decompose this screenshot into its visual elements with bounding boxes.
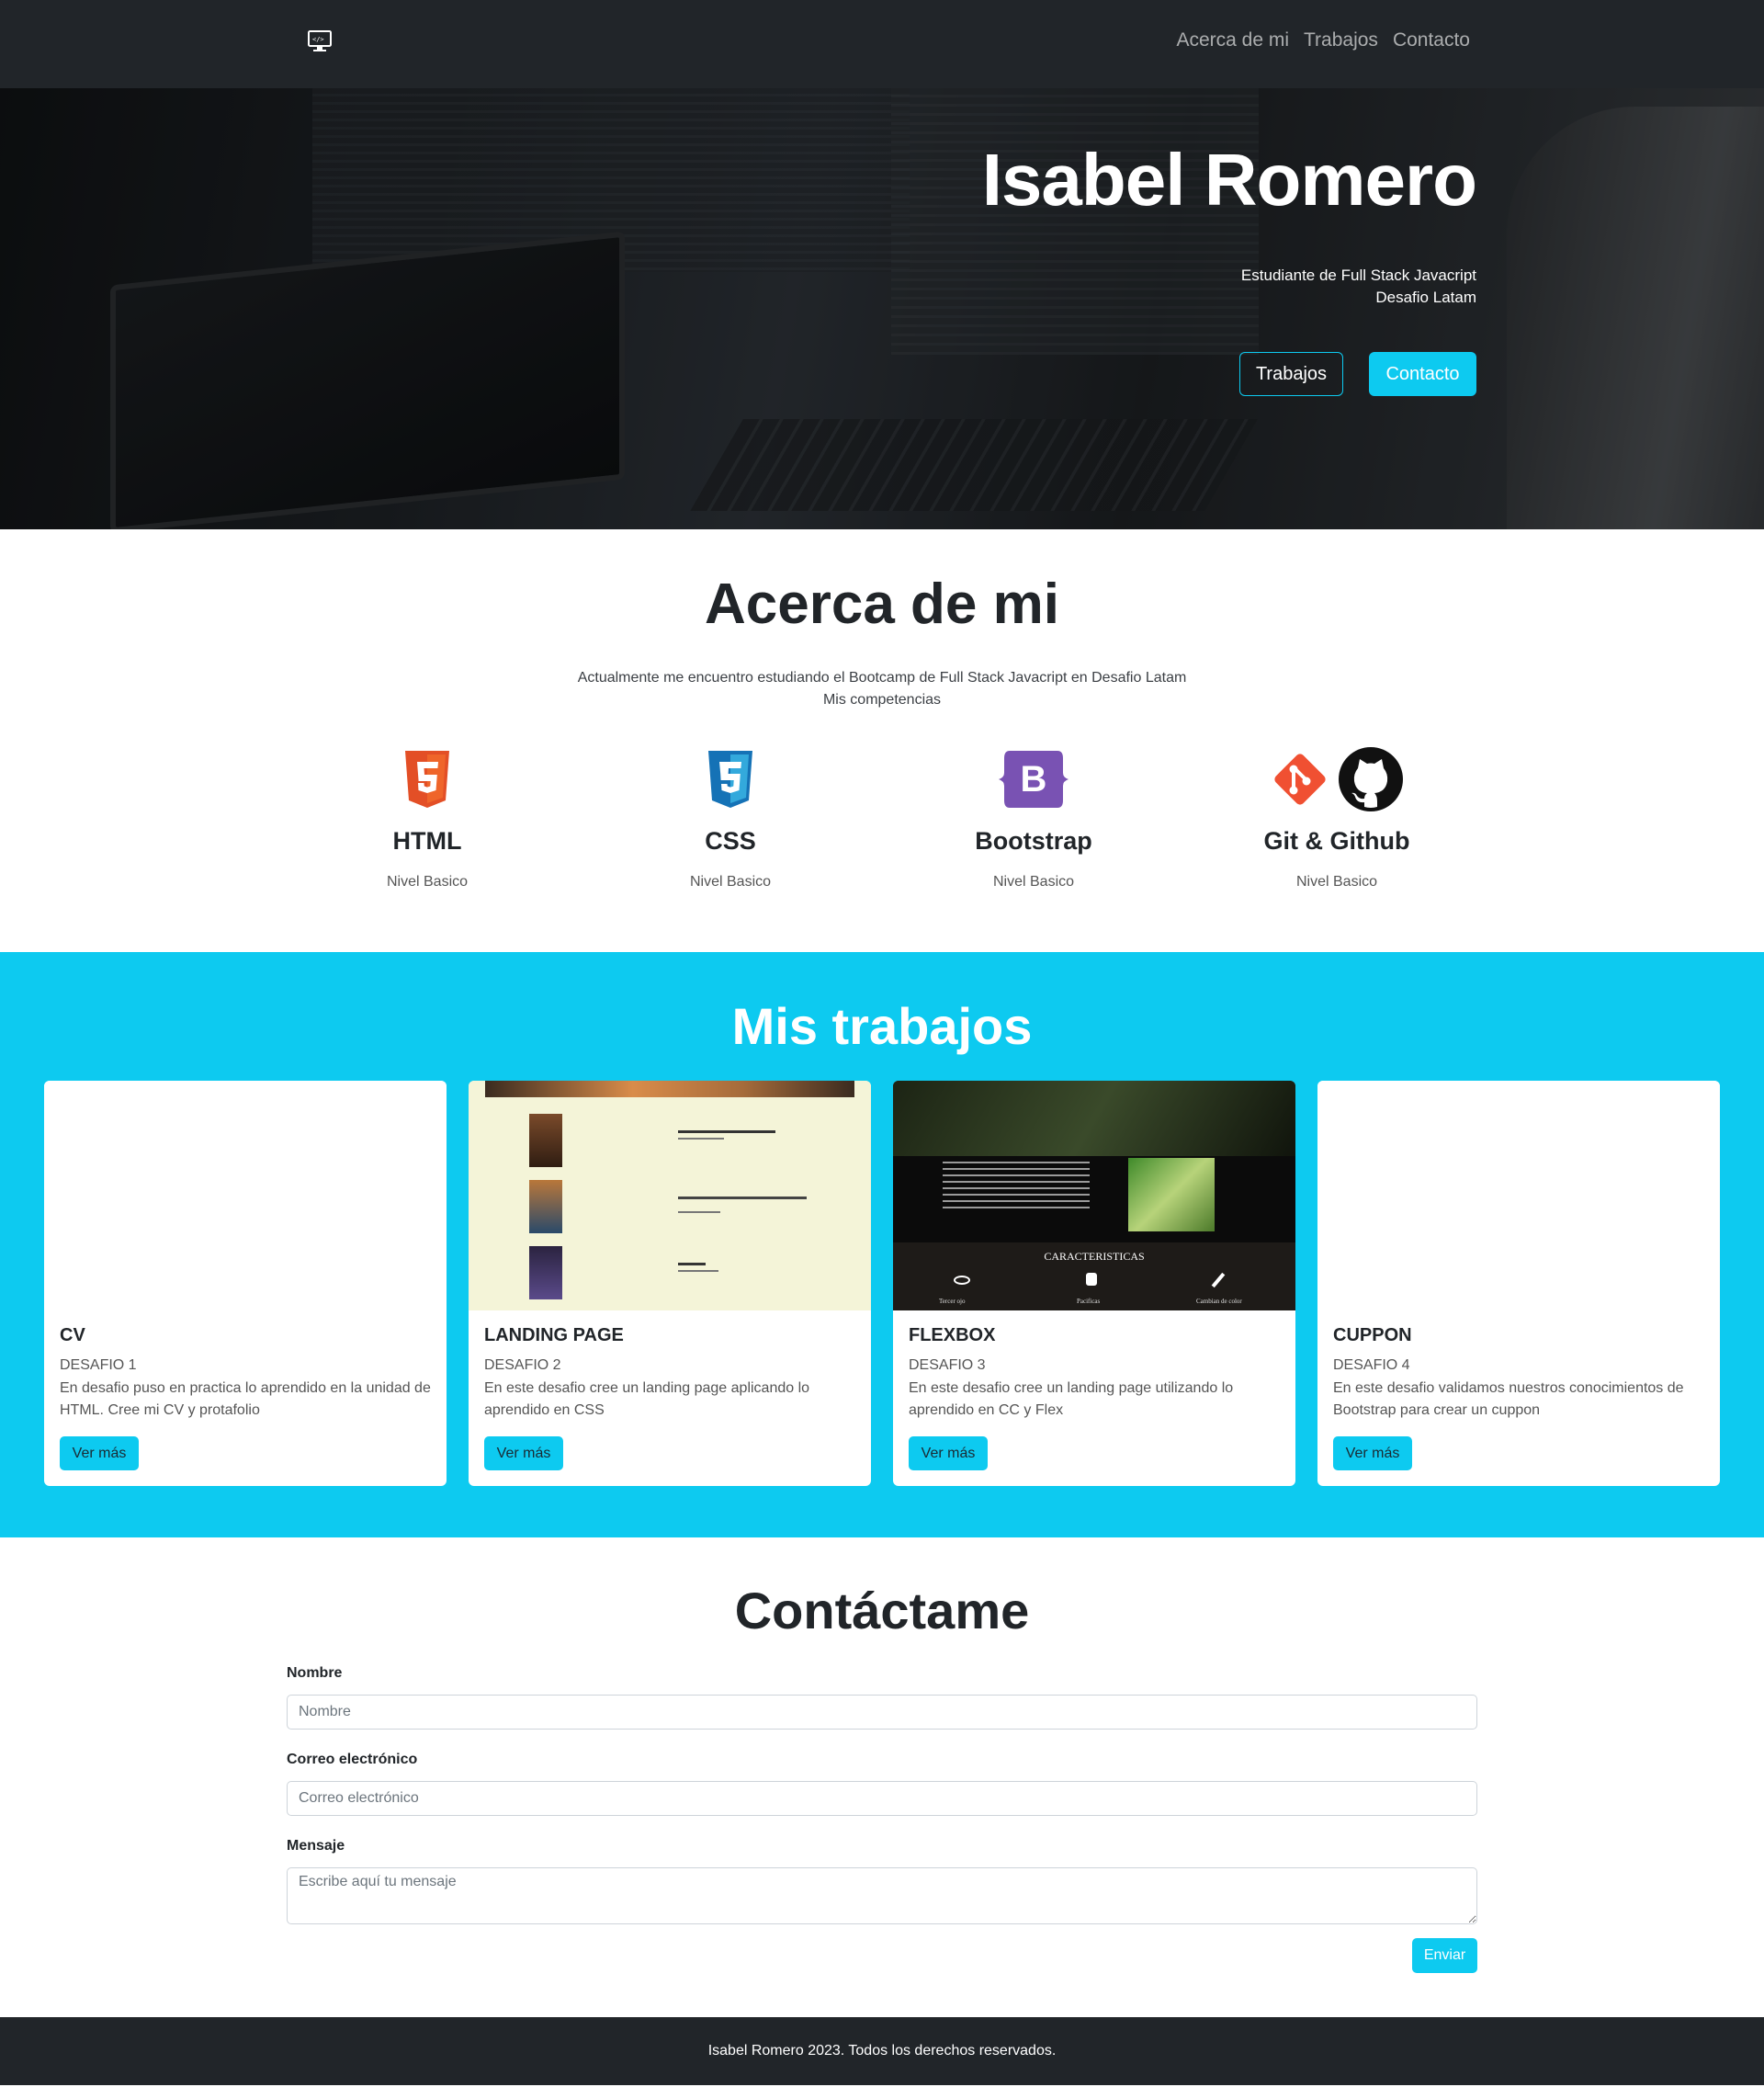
card-subtitle: DESAFIO 3	[909, 1357, 986, 1373]
card-description: En este desafio validamos nuestros conoc…	[1333, 1380, 1684, 1418]
hero-works-button[interactable]: Trabajos	[1239, 352, 1343, 396]
nav-link-contact[interactable]: Contacto	[1393, 29, 1470, 51]
hero-overlay	[0, 88, 1764, 529]
works-section: Mis trabajos CV DESAFIO 1 En desafio pus…	[0, 952, 1764, 1537]
card-image	[44, 1081, 447, 1310]
card-more-button[interactable]: Ver más	[909, 1436, 988, 1470]
card-image	[1317, 1081, 1720, 1310]
card-description: En desafio puso en practica lo aprendido…	[60, 1380, 431, 1418]
navbar: </> Acerca de mi Trabajos Contacto	[0, 0, 1764, 88]
card-image: CARACTERISTICAS Tercer ojo Pacificas Cam…	[893, 1081, 1295, 1310]
work-card-cv: CV DESAFIO 1 En desafio puso en practica…	[44, 1081, 447, 1486]
skill-name: CSS	[705, 827, 756, 855]
nav-link-works[interactable]: Trabajos	[1304, 29, 1378, 51]
card-title: CUPPON	[1333, 1325, 1412, 1345]
card-image	[469, 1081, 871, 1310]
skill-level: Nivel Basico	[386, 874, 469, 890]
card-more-button[interactable]: Ver más	[60, 1436, 139, 1470]
card-more-button[interactable]: Ver más	[484, 1436, 563, 1470]
skill-html: HTML Nivel Basico	[276, 744, 579, 890]
hero-subtitle-line: Desafio Latam	[1375, 289, 1476, 306]
about-description: Actualmente me encuentro estudiando el B…	[577, 670, 1187, 686]
about-text: Actualmente me encuentro estudiando el B…	[0, 667, 1764, 711]
svg-text:B: B	[1021, 759, 1047, 800]
card-description: En este desafio cree un landing page uti…	[909, 1380, 1234, 1418]
submit-button[interactable]: Enviar	[1412, 1938, 1477, 1973]
skill-name: Bootstrap	[975, 827, 1092, 855]
hero-section	[0, 88, 1764, 529]
work-card-cuppon: CUPPON DESAFIO 4 En este desafio validam…	[1317, 1081, 1720, 1486]
card-description: En este desafio cree un landing page apl…	[484, 1380, 810, 1418]
bootstrap-icon: B	[999, 751, 1069, 808]
skill-css: CSS Nivel Basico	[579, 744, 882, 890]
skill-level: Nivel Basico	[1295, 874, 1378, 890]
skill-level: Nivel Basico	[992, 874, 1075, 890]
email-input[interactable]	[287, 1781, 1477, 1816]
html5-icon	[405, 751, 449, 808]
skill-name: HTML	[392, 827, 462, 855]
work-card-flexbox: CARACTERISTICAS Tercer ojo Pacificas Cam…	[893, 1081, 1295, 1486]
hero-subtitle-line: Estudiante de Full Stack Javacript	[1240, 267, 1476, 284]
card-title: LANDING PAGE	[484, 1325, 624, 1345]
svg-text:</>: </>	[312, 36, 324, 43]
hero-subtitle: Estudiante de Full Stack Javacript Desaf…	[1241, 265, 1476, 309]
footer-text: Isabel Romero 2023. Todos los derechos r…	[707, 2043, 1057, 2059]
card-title: FLEXBOX	[909, 1325, 996, 1345]
card-thumb-heading: CARACTERISTICAS	[1044, 1250, 1145, 1263]
message-label: Mensaje	[287, 1838, 345, 1854]
about-skills-caption: Mis competencias	[822, 692, 942, 708]
card-subtitle: DESAFIO 4	[1333, 1357, 1410, 1373]
card-subtitle: DESAFIO 1	[60, 1357, 137, 1373]
card-subtitle: DESAFIO 2	[484, 1357, 561, 1373]
github-icon	[1339, 747, 1403, 811]
about-title: Acerca de mi	[705, 573, 1059, 636]
skill-level: Nivel Basico	[689, 874, 772, 890]
card-thumb-feature: Tercer ojo	[939, 1298, 966, 1305]
name-input[interactable]	[287, 1695, 1477, 1730]
card-title: CV	[60, 1325, 85, 1345]
card-thumb-feature: Cambian de color	[1196, 1298, 1242, 1305]
name-label: Nombre	[287, 1665, 343, 1681]
works-title: Mis trabajos	[731, 997, 1033, 1055]
computer-icon[interactable]: </>	[306, 28, 334, 55]
git-icon	[1274, 754, 1326, 805]
skill-git-github: Git & Github Nivel Basico	[1185, 744, 1488, 890]
hand-icon	[1086, 1273, 1097, 1286]
email-label: Correo electrónico	[287, 1752, 418, 1767]
message-textarea[interactable]	[287, 1867, 1477, 1924]
work-card-landing-page: LANDING PAGE DESAFIO 2 En este desafio c…	[469, 1081, 871, 1486]
footer: Isabel Romero 2023. Todos los derechos r…	[0, 2017, 1764, 2085]
nav-links: Acerca de mi Trabajos Contacto	[1176, 29, 1470, 51]
contact-title: Contáctame	[734, 1582, 1030, 1639]
skill-bootstrap: B Bootstrap Nivel Basico	[882, 744, 1185, 890]
eye-icon	[954, 1276, 970, 1285]
card-more-button[interactable]: Ver más	[1333, 1436, 1412, 1470]
skill-name: Git & Github	[1263, 827, 1410, 855]
nav-link-about[interactable]: Acerca de mi	[1176, 29, 1289, 51]
card-thumb-feature: Pacificas	[1077, 1298, 1101, 1305]
hero-title: Isabel Romero	[981, 139, 1477, 221]
css3-icon	[708, 751, 752, 808]
hero-contact-button[interactable]: Contacto	[1369, 352, 1476, 396]
